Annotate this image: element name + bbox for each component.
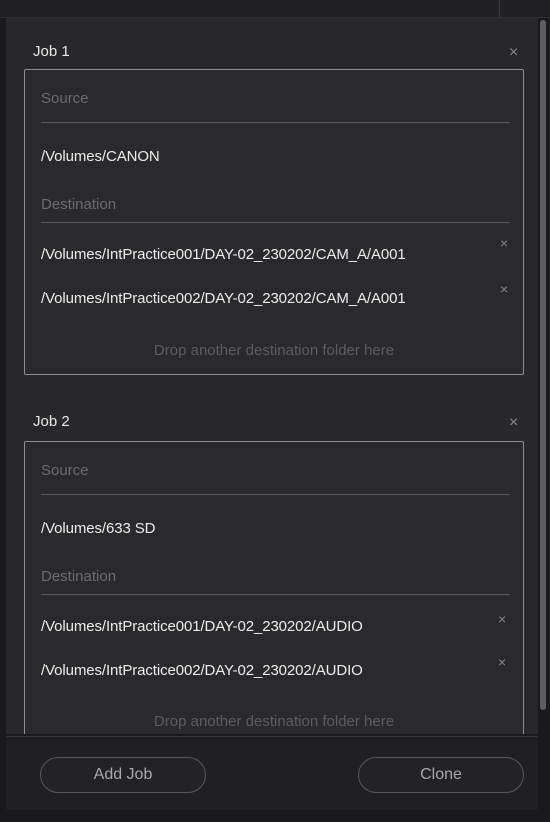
- destination-label: Destination: [41, 196, 117, 213]
- footer-bar: Add Job Clone: [6, 736, 538, 810]
- scrollbar[interactable]: [540, 20, 546, 710]
- divider: [41, 594, 510, 595]
- job-box[interactable]: Source /Volumes/CANON Destination /Volum…: [24, 69, 524, 375]
- remove-destination-icon[interactable]: ×: [498, 655, 506, 669]
- source-label: Source: [41, 462, 89, 479]
- remove-destination-icon[interactable]: ×: [498, 612, 506, 626]
- drop-zone-hint[interactable]: Drop another destination folder here: [25, 713, 523, 730]
- remove-destination-icon[interactable]: ×: [500, 236, 508, 250]
- close-icon[interactable]: ×: [509, 45, 518, 61]
- divider: [41, 122, 510, 123]
- close-icon[interactable]: ×: [509, 415, 518, 431]
- job-title: Job 2: [33, 413, 70, 430]
- destination-path[interactable]: /Volumes/IntPractice002/DAY-02_230202/CA…: [41, 290, 406, 307]
- scrollbar-thumb[interactable]: [540, 20, 546, 710]
- source-path[interactable]: /Volumes/633 SD: [41, 520, 156, 537]
- top-bar: [0, 0, 550, 18]
- add-job-button[interactable]: Add Job: [40, 757, 206, 793]
- top-bar-divider: [499, 0, 500, 18]
- job-title: Job 1: [33, 43, 70, 60]
- job-box[interactable]: Source /Volumes/633 SD Destination /Volu…: [24, 441, 524, 734]
- source-label: Source: [41, 90, 89, 107]
- remove-destination-icon[interactable]: ×: [500, 282, 508, 296]
- drop-zone-hint[interactable]: Drop another destination folder here: [25, 342, 523, 359]
- destination-label: Destination: [41, 568, 117, 585]
- clone-button[interactable]: Clone: [358, 757, 524, 793]
- jobs-panel: Job 1 × Source /Volumes/CANON Destinatio…: [6, 18, 538, 734]
- divider: [41, 222, 510, 223]
- destination-path[interactable]: /Volumes/IntPractice001/DAY-02_230202/AU…: [41, 618, 363, 635]
- window-bottom-edge: [0, 810, 550, 822]
- divider: [41, 494, 510, 495]
- source-path[interactable]: /Volumes/CANON: [41, 148, 160, 165]
- destination-path[interactable]: /Volumes/IntPractice001/DAY-02_230202/CA…: [41, 246, 406, 263]
- destination-path[interactable]: /Volumes/IntPractice002/DAY-02_230202/AU…: [41, 662, 363, 679]
